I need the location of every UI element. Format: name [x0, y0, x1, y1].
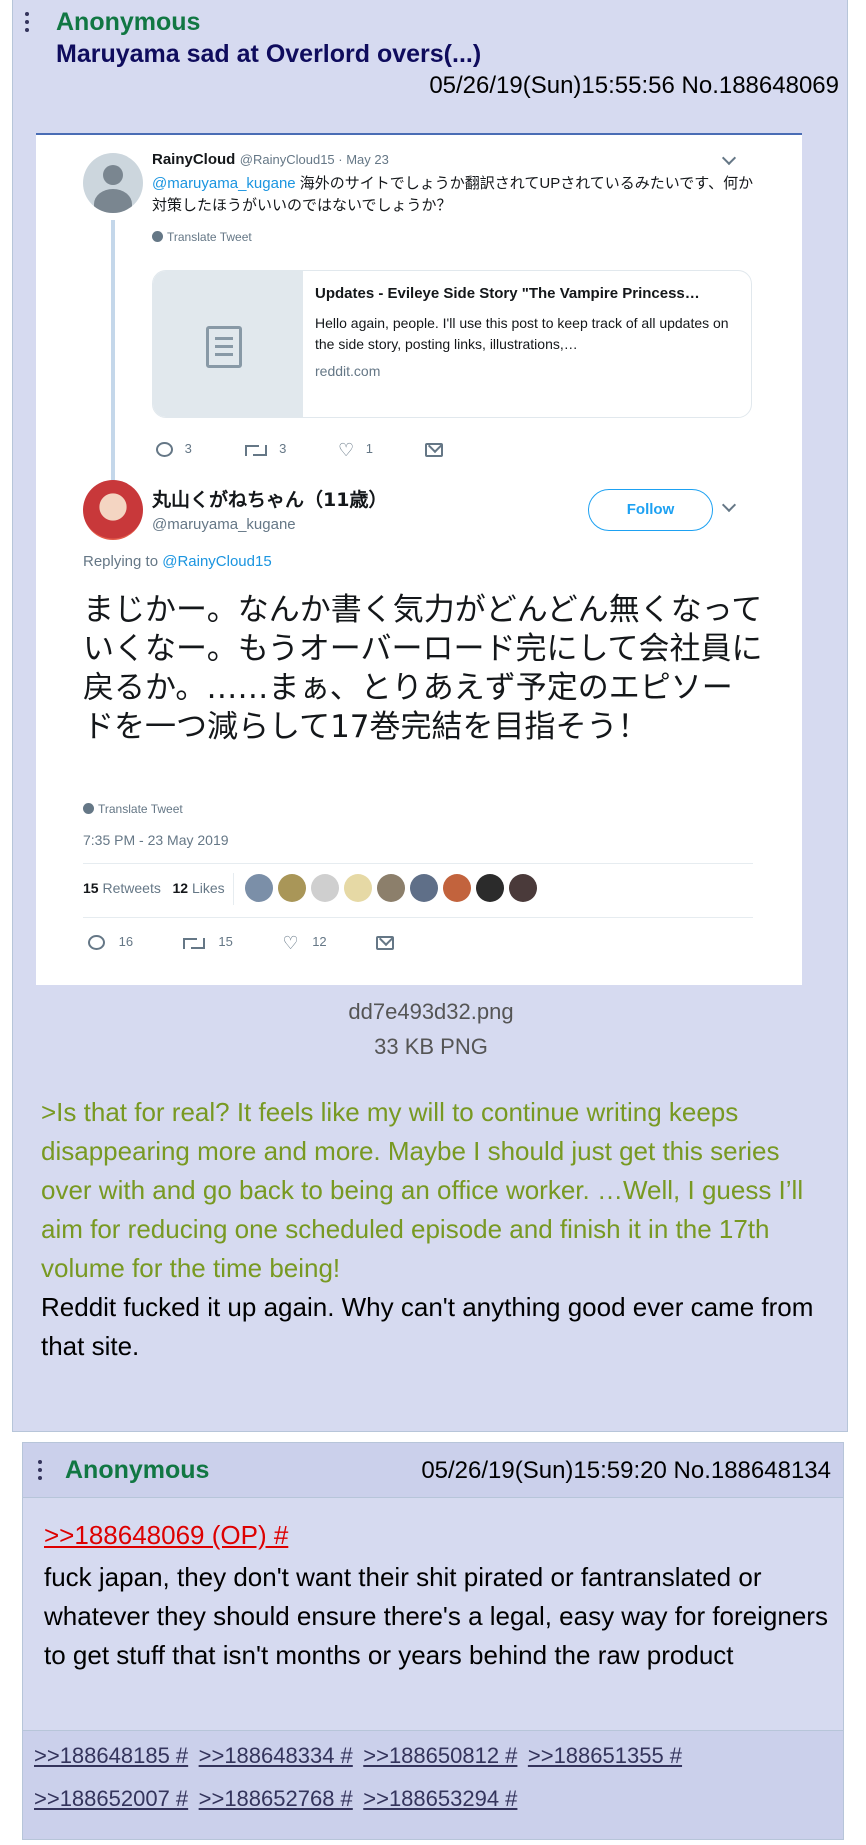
tweet-author-name: RainyCloud — [152, 151, 236, 168]
file-size: 33 KB PNG — [374, 1034, 488, 1059]
like-count: 1 — [365, 441, 373, 456]
op-post: Anonymous Maruyama sad at Overlord overs… — [12, 0, 848, 1432]
backlink[interactable]: >>188652768 # — [199, 1786, 353, 1812]
translate-tweet: Translate Tweet — [83, 802, 183, 816]
translate-label: Translate Tweet — [167, 230, 252, 244]
avatar-icon — [83, 480, 143, 540]
like-icon: ♡ — [282, 932, 299, 953]
likes-count: 12 — [172, 880, 189, 896]
translate-tweet: Translate Tweet — [152, 230, 252, 244]
post-menu-icon[interactable] — [23, 12, 31, 34]
translate-label: Translate Tweet — [98, 802, 183, 816]
tweet-parent-actions: 3 3 ♡ 1 — [156, 439, 443, 460]
post-menu-icon[interactable] — [36, 1460, 42, 1484]
tweet-parent-header: RainyCloud @RainyCloud15 · May 23 — [152, 151, 752, 169]
tweet-author-handle: @maruyama_kugane — [152, 516, 296, 533]
reply-icon — [156, 442, 173, 458]
globe-icon — [83, 803, 94, 814]
file-name[interactable]: dd7e493d32.png — [13, 999, 849, 1025]
post-datetime[interactable]: 05/26/19(Sun)15:55:56 No.188648069 — [429, 72, 839, 100]
mail-icon — [376, 935, 395, 950]
tweet-handle-date: @RainyCloud15 · May 23 — [239, 152, 389, 167]
divider — [233, 873, 234, 905]
document-icon — [206, 326, 242, 368]
poster-name: Anonymous — [65, 1456, 210, 1484]
card-thumb — [153, 271, 303, 417]
follow-button: Follow — [588, 489, 713, 531]
like-icon: ♡ — [337, 439, 355, 460]
retweets-count: 15 — [83, 880, 99, 896]
retweet-count: 3 — [279, 441, 287, 456]
liker-avatar-icon — [410, 874, 438, 902]
liker-avatar-icon — [509, 874, 537, 902]
like-count: 12 — [312, 934, 327, 949]
tweet-main-actions: 16 15 ♡ 12 — [88, 932, 395, 953]
liker-avatar-icon — [344, 874, 372, 902]
retweet-icon — [245, 443, 268, 457]
post-message: >Is that for real? It feels like my will… — [41, 1093, 831, 1366]
reply-count: 3 — [184, 441, 192, 456]
globe-icon — [152, 231, 163, 242]
likes-label: Likes — [191, 880, 225, 896]
backlink[interactable]: >>188652007 # — [34, 1786, 188, 1812]
op-quote-link[interactable]: >>188648069 (OP) # — [44, 1520, 288, 1551]
reply-post: Anonymous 05/26/19(Sun)15:59:20 No.18864… — [22, 1442, 844, 1840]
divider — [83, 917, 753, 918]
card-description: Hello again, people. I'll use this post … — [315, 315, 729, 352]
replying-handle: @RainyCloud15 — [162, 553, 272, 570]
backlink[interactable]: >>188650812 # — [363, 1743, 517, 1769]
tweet-main-author: 丸山くがねちゃん（11歳） @maruyama_kugane — [152, 485, 387, 533]
replying-to: Replying to @RainyCloud15 — [83, 553, 272, 570]
post-subject: Maruyama sad at Overlord overs(...) — [56, 40, 482, 68]
liker-avatar-icon — [443, 874, 471, 902]
mail-icon — [424, 442, 443, 457]
tweet-main-text: まじかー。なんか書く気力がどんどん無くなっていくなー。もうオーバーロード完にして… — [83, 592, 763, 745]
liker-avatar-icon — [245, 874, 273, 902]
post-comment: Reddit fucked it up again. Why can't any… — [41, 1292, 814, 1361]
greentext-quote: >Is that for real? It feels like my will… — [41, 1097, 804, 1283]
backlinks: >>188648185 # >>188648334 # >>188650812 … — [23, 1730, 843, 1839]
tweet-stats: 15 Retweets 12 Likes — [83, 873, 753, 905]
replying-prefix: Replying to — [83, 553, 163, 570]
thread-line — [111, 220, 115, 490]
reply-header: Anonymous 05/26/19(Sun)15:59:20 No.18864… — [23, 1443, 843, 1498]
card-title: Updates - Evileye Side Story "The Vampir… — [315, 285, 700, 302]
liker-avatars — [245, 874, 542, 905]
liker-avatar-icon — [311, 874, 339, 902]
tweet-timestamp: 7:35 PM - 23 May 2019 — [83, 832, 229, 848]
retweet-count: 15 — [218, 934, 233, 949]
tweet-mention: @maruyama_kugane — [152, 175, 296, 192]
liker-avatar-icon — [476, 874, 504, 902]
backlink[interactable]: >>188653294 # — [363, 1786, 517, 1812]
liker-avatar-icon — [377, 874, 405, 902]
attached-image[interactable]: RainyCloud @RainyCloud15 · May 23 @maruy… — [36, 133, 802, 985]
reply-count: 16 — [118, 934, 134, 949]
retweet-icon — [182, 936, 205, 950]
poster-name: Anonymous — [56, 8, 201, 36]
post-datetime[interactable]: 05/26/19(Sun)15:59:20 No.188648134 — [421, 1457, 831, 1485]
post-comment: fuck japan, they don't want their shit p… — [44, 1562, 828, 1670]
divider — [83, 863, 753, 864]
card-url: reddit.com — [315, 363, 381, 379]
reply-icon — [88, 935, 105, 951]
tweet-author-name: 丸山くがねちゃん（11歳） — [152, 489, 388, 511]
link-card: Updates - Evileye Side Story "The Vampir… — [152, 270, 752, 418]
liker-avatar-icon — [278, 874, 306, 902]
backlink[interactable]: >>188648334 # — [199, 1743, 353, 1769]
backlink[interactable]: >>188651355 # — [528, 1743, 682, 1769]
chevron-down-icon — [721, 497, 737, 513]
retweets-label: Retweets — [102, 880, 161, 896]
avatar-icon — [83, 153, 143, 213]
tweet-parent-text: @maruyama_kugane 海外のサイトでしょうか翻訳されてUPされている… — [152, 173, 762, 217]
backlink[interactable]: >>188648185 # — [34, 1743, 188, 1769]
